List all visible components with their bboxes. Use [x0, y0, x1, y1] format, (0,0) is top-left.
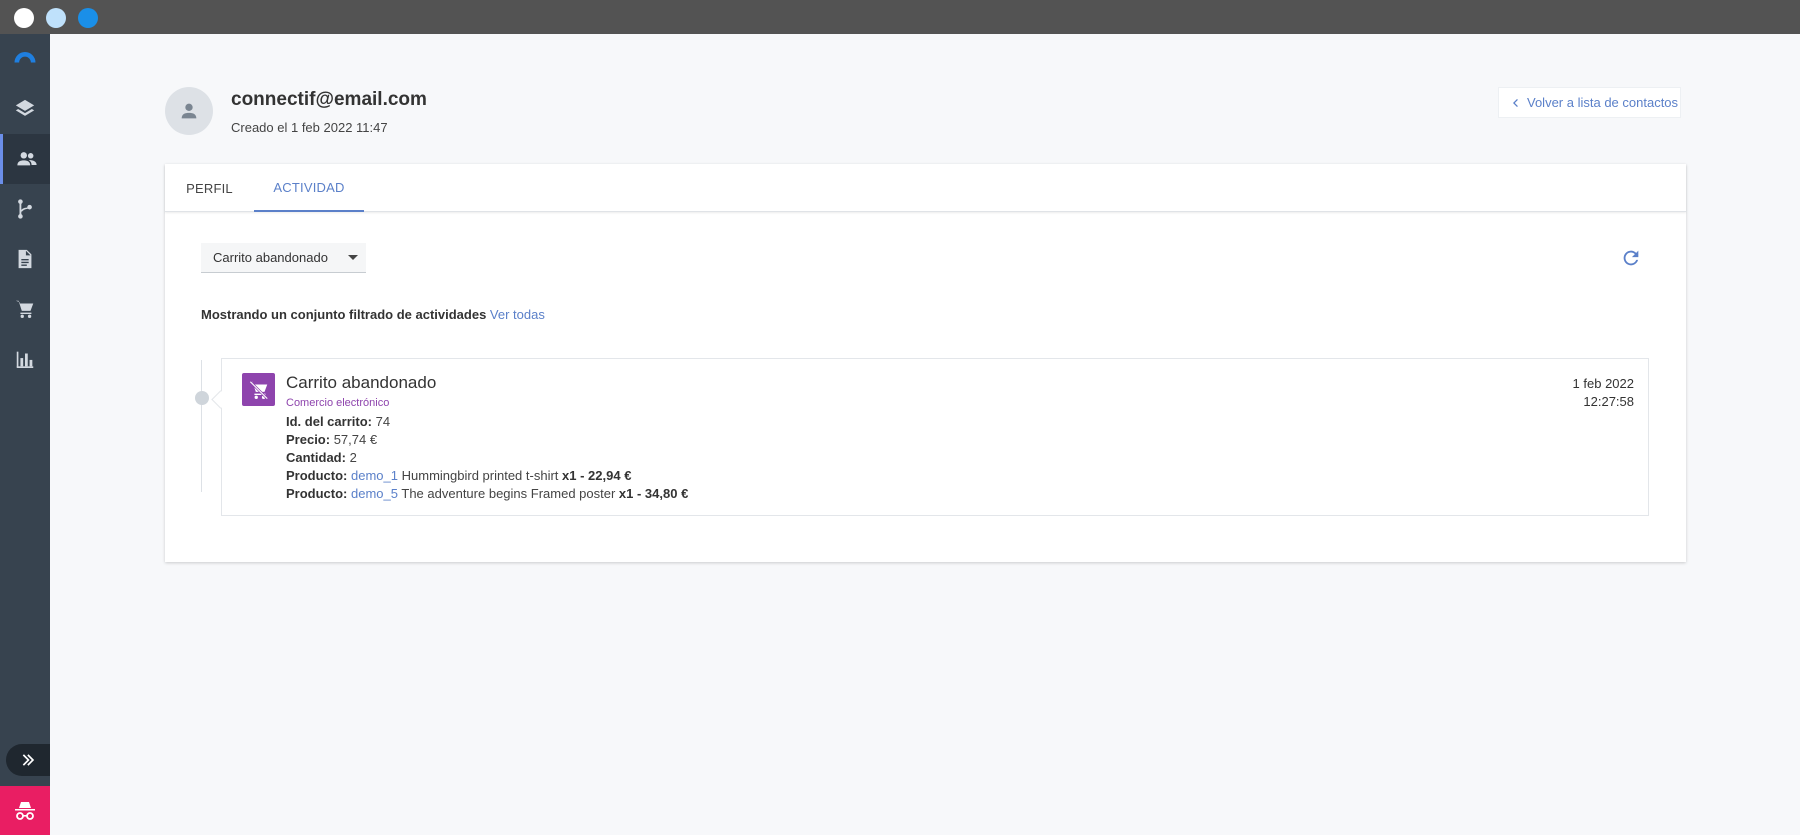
activity-datetime: 1 feb 2022 12:27:58 [1573, 375, 1634, 411]
activity-title: Carrito abandonado [286, 373, 437, 392]
chart-icon [16, 351, 34, 368]
incognito-button[interactable] [0, 786, 50, 835]
timeline-dot [195, 391, 209, 405]
back-button-label: Volver a lista de contactos [1527, 95, 1679, 110]
detail-price: Precio: 57,74 € [286, 432, 378, 447]
product-link[interactable]: demo_5 [351, 486, 398, 501]
logo-icon [14, 52, 36, 63]
sidebar-item-contacts[interactable] [0, 134, 50, 184]
person-icon [181, 103, 197, 119]
detail-product: Producto: demo_5 The adventure begins Fr… [286, 486, 689, 501]
refresh-icon [1623, 250, 1639, 266]
sidebar-logo[interactable] [0, 34, 50, 84]
activity-time: 12:27:58 [1583, 394, 1634, 409]
see-all-link[interactable]: Ver todas [490, 307, 545, 322]
activity-category: Comercio electrónico [286, 397, 390, 409]
back-to-contacts-button[interactable]: Volver a lista de contactos [1498, 87, 1681, 118]
product-link[interactable]: demo_1 [351, 468, 398, 483]
filter-note-text: Mostrando un conjunto filtrado de activi… [201, 307, 487, 322]
sidebar-item-workflows[interactable] [0, 184, 50, 234]
tab-perfil[interactable]: PERFIL [165, 164, 254, 212]
window-titlebar [0, 0, 1800, 34]
refresh-button[interactable] [1620, 247, 1642, 269]
created-date: Creado el 1 feb 2022 11:47 [231, 120, 388, 135]
sidebar-item-layers[interactable] [0, 84, 50, 134]
cart-off-icon [248, 379, 269, 400]
cart-icon [15, 300, 34, 318]
detail-quantity: Cantidad: 2 [286, 450, 357, 465]
activity-date: 1 feb 2022 [1572, 376, 1634, 391]
incognito-icon [15, 801, 35, 820]
activity-filter-value: Carrito abandonado [213, 250, 328, 265]
activity-filter-select[interactable]: Carrito abandonado [201, 243, 366, 273]
filter-note: Mostrando un conjunto filtrado de activi… [201, 307, 545, 322]
contact-card: PERFIL ACTIVIDAD Carrito abandonado Most… [165, 164, 1686, 562]
sidebar-item-commerce[interactable] [0, 284, 50, 334]
window-maximize-button[interactable] [78, 8, 98, 28]
tab-actividad[interactable]: ACTIVIDAD [254, 164, 364, 212]
activity-type-icon [242, 373, 275, 406]
contact-email: connectif@email.com [231, 89, 427, 110]
activity-item: Carrito abandonado Comercio electrónico … [221, 358, 1649, 516]
window-minimize-button[interactable] [46, 8, 66, 28]
double-chevron-right-icon [22, 754, 35, 766]
sidebar-item-documents[interactable] [0, 234, 50, 284]
caret-down-icon [348, 255, 358, 260]
chevron-left-icon [1513, 98, 1518, 107]
document-icon [18, 249, 32, 269]
timeline-line [201, 360, 202, 492]
sidebar-expand-button[interactable] [6, 744, 50, 776]
contacts-icon [16, 152, 37, 166]
window-close-button[interactable] [14, 8, 34, 28]
sidebar [0, 34, 50, 835]
detail-product: Producto: demo_1 Hummingbird printed t-s… [286, 468, 632, 483]
workflow-icon [18, 199, 32, 219]
layers-icon [15, 99, 35, 116]
tab-bar: PERFIL ACTIVIDAD [165, 164, 1686, 212]
sidebar-item-reports[interactable] [0, 334, 50, 384]
activity-details: Id. del carrito: 74 Precio: 57,74 € Cant… [286, 413, 688, 503]
avatar [165, 87, 213, 135]
detail-cart-id: Id. del carrito: 74 [286, 414, 391, 429]
